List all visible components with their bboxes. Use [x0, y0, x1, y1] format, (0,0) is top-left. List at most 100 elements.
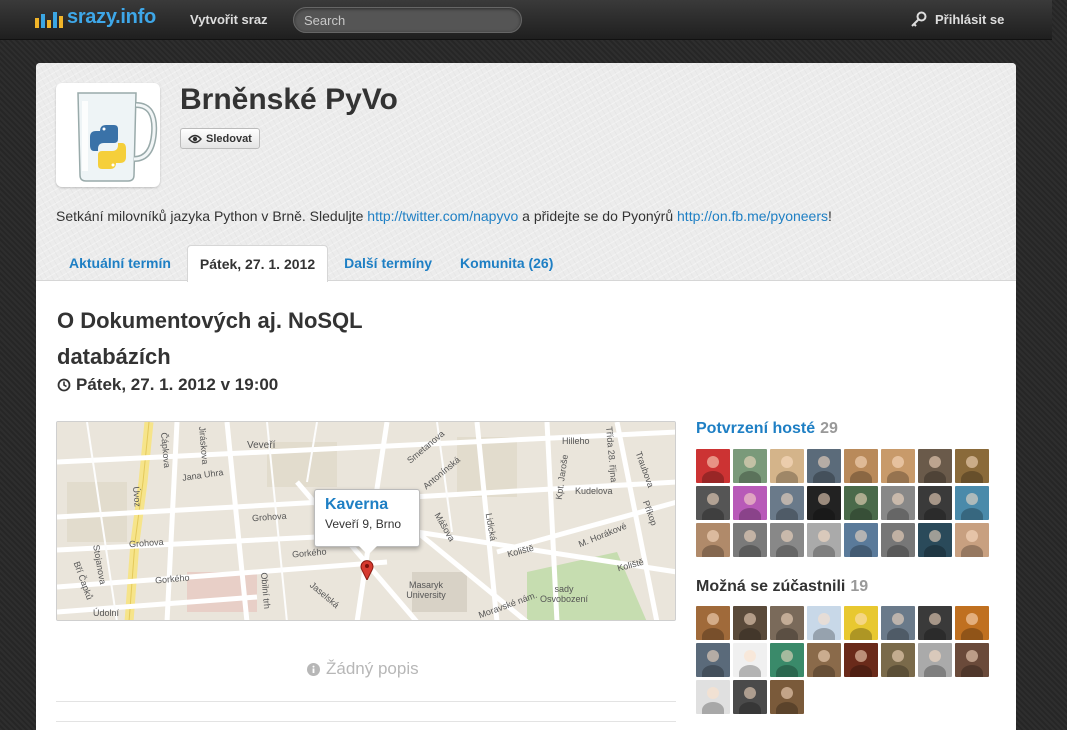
guest-avatar[interactable]	[844, 643, 878, 677]
facebook-link[interactable]: http://on.fb.me/pyoneers	[677, 208, 828, 224]
guest-avatar[interactable]	[918, 643, 952, 677]
event-tabs: Aktuální termín Pátek, 27. 1. 2012 Další…	[57, 245, 569, 282]
guest-avatar[interactable]	[733, 680, 767, 714]
guest-avatar[interactable]	[807, 643, 841, 677]
key-icon	[911, 11, 927, 27]
event-datetime: Pátek, 27. 1. 2012 v 19:00	[57, 375, 278, 395]
guest-avatar[interactable]	[770, 643, 804, 677]
venue-map[interactable]: Veveří Čápkova Jiráskova Jana Uhra Úvoz …	[56, 421, 676, 621]
guest-avatar[interactable]	[844, 449, 878, 483]
follow-button[interactable]: Sledovat	[180, 128, 260, 149]
guest-avatar[interactable]	[733, 486, 767, 520]
guest-avatar[interactable]	[918, 523, 952, 557]
venue-name[interactable]: Kaverna	[325, 496, 409, 514]
guest-avatar[interactable]	[696, 680, 730, 714]
series-title: Brněnské PyVo	[180, 83, 398, 116]
description-text: Setkání milovníků jazyka Python v Brně. …	[56, 208, 368, 224]
guest-avatar[interactable]	[918, 606, 952, 640]
confirmed-guests-count: 29	[820, 420, 838, 437]
maybe-guests-heading: Možná se zúčastnili 19	[696, 578, 868, 596]
guest-avatar[interactable]	[696, 486, 730, 520]
guest-avatar[interactable]	[770, 606, 804, 640]
series-description: Setkání milovníků jazyka Python v Brně. …	[56, 208, 832, 224]
guest-avatar[interactable]	[770, 523, 804, 557]
event-title: O Dokumentových aj. NoSQL databázích	[57, 308, 363, 369]
info-icon	[307, 662, 320, 676]
series-logo	[56, 83, 160, 187]
guest-avatar[interactable]	[955, 449, 989, 483]
guest-avatar[interactable]	[844, 606, 878, 640]
brand-logo[interactable]: srazy.info	[35, 6, 156, 28]
login-label: Přihlásit se	[935, 12, 1005, 27]
event-datetime-text: Pátek, 27. 1. 2012 v 19:00	[76, 375, 279, 394]
twitter-link[interactable]: http://twitter.com/napyvo	[367, 208, 518, 224]
description-text: a přidejte se do Pyonýrů	[518, 208, 678, 224]
venue-address: Veveří 9, Brno	[325, 517, 402, 531]
description-text: !	[828, 208, 832, 224]
map-street-label: sady Osvobození	[539, 584, 589, 604]
tab-selected-date[interactable]: Pátek, 27. 1. 2012	[186, 245, 329, 282]
maybe-guests-count: 19	[850, 578, 869, 595]
guest-avatar[interactable]	[844, 486, 878, 520]
main-card: Brněnské PyVo Sledovat Setkání milovníků…	[36, 63, 1016, 730]
guest-avatar[interactable]	[807, 523, 841, 557]
guest-avatar[interactable]	[955, 523, 989, 557]
guest-avatar[interactable]	[955, 486, 989, 520]
tab-other-dates[interactable]: Další termíny	[332, 245, 444, 281]
beer-mug-python-logo	[77, 92, 158, 182]
divider	[56, 721, 676, 722]
no-description: Žádný popis	[307, 659, 419, 679]
guest-avatar[interactable]	[733, 606, 767, 640]
guest-avatar[interactable]	[955, 606, 989, 640]
guest-avatar[interactable]	[733, 523, 767, 557]
tab-current[interactable]: Aktuální termín	[57, 245, 183, 281]
guest-avatar[interactable]	[918, 449, 952, 483]
map-street-label: Kudelova	[575, 486, 613, 496]
map-street-label: Veveří	[247, 440, 276, 451]
guest-avatar[interactable]	[844, 523, 878, 557]
guest-avatar[interactable]	[807, 486, 841, 520]
maybe-guests-avatars	[696, 606, 989, 714]
clock-icon	[57, 378, 71, 392]
guest-avatar[interactable]	[918, 486, 952, 520]
confirmed-guests-heading: Potvrzení hosté 29	[696, 420, 838, 438]
guest-avatar[interactable]	[733, 643, 767, 677]
guest-avatar[interactable]	[733, 449, 767, 483]
search-input[interactable]	[293, 7, 522, 33]
top-navbar: srazy.info Vytvořit sraz Přihlásit se	[0, 0, 1052, 40]
divider	[56, 701, 676, 702]
map-street-label: Hilleho	[562, 436, 590, 446]
guest-avatar[interactable]	[881, 449, 915, 483]
guest-avatar[interactable]	[770, 680, 804, 714]
login-link[interactable]: Přihlásit se	[910, 11, 1004, 28]
follow-label: Sledovat	[206, 132, 252, 145]
series-header: Brněnské PyVo Sledovat Setkání milovníků…	[36, 63, 1016, 282]
logo-bars-icon	[35, 12, 63, 28]
confirmed-guests-title[interactable]: Potvrzení hosté	[696, 420, 815, 438]
eye-icon	[188, 134, 202, 143]
guest-avatar[interactable]	[881, 606, 915, 640]
brand-name: srazy.info	[67, 6, 156, 28]
map-street-label: Údolní	[93, 608, 120, 618]
guest-avatar[interactable]	[881, 643, 915, 677]
guest-avatar[interactable]	[881, 486, 915, 520]
maybe-guests-title: Možná se zúčastnili	[696, 578, 846, 595]
create-event-link[interactable]: Vytvořit sraz	[190, 12, 268, 27]
guest-avatar[interactable]	[696, 606, 730, 640]
guest-avatar[interactable]	[955, 643, 989, 677]
no-description-text: Žádný popis	[326, 659, 419, 678]
confirmed-guests-avatars	[696, 449, 989, 557]
guest-avatar[interactable]	[696, 643, 730, 677]
guest-avatar[interactable]	[807, 606, 841, 640]
guest-avatar[interactable]	[807, 449, 841, 483]
map-street-label: Úvoz	[131, 486, 143, 508]
venue-popup[interactable]: Kaverna Veveří 9, Brno	[314, 489, 420, 555]
guest-avatar[interactable]	[696, 523, 730, 557]
map-pin-icon[interactable]	[360, 560, 374, 580]
guest-avatar[interactable]	[881, 523, 915, 557]
guest-avatar[interactable]	[770, 449, 804, 483]
guest-avatar[interactable]	[696, 449, 730, 483]
map-street-label: Masaryk University	[406, 580, 446, 600]
tab-community[interactable]: Komunita (26)	[448, 245, 565, 281]
guest-avatar[interactable]	[770, 486, 804, 520]
